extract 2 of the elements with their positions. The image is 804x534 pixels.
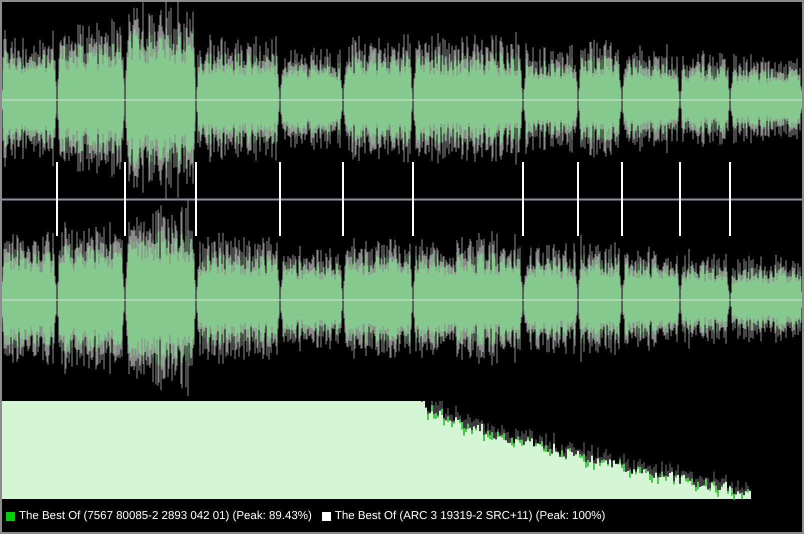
legend-label: The Best Of (7567 80085-2 2893 042 01) (Peak: 89.43%) [19,510,312,522]
legend-label: The Best Of (ARC 3 19319-2 SRC+11) (Peak: 100%) [334,510,606,522]
